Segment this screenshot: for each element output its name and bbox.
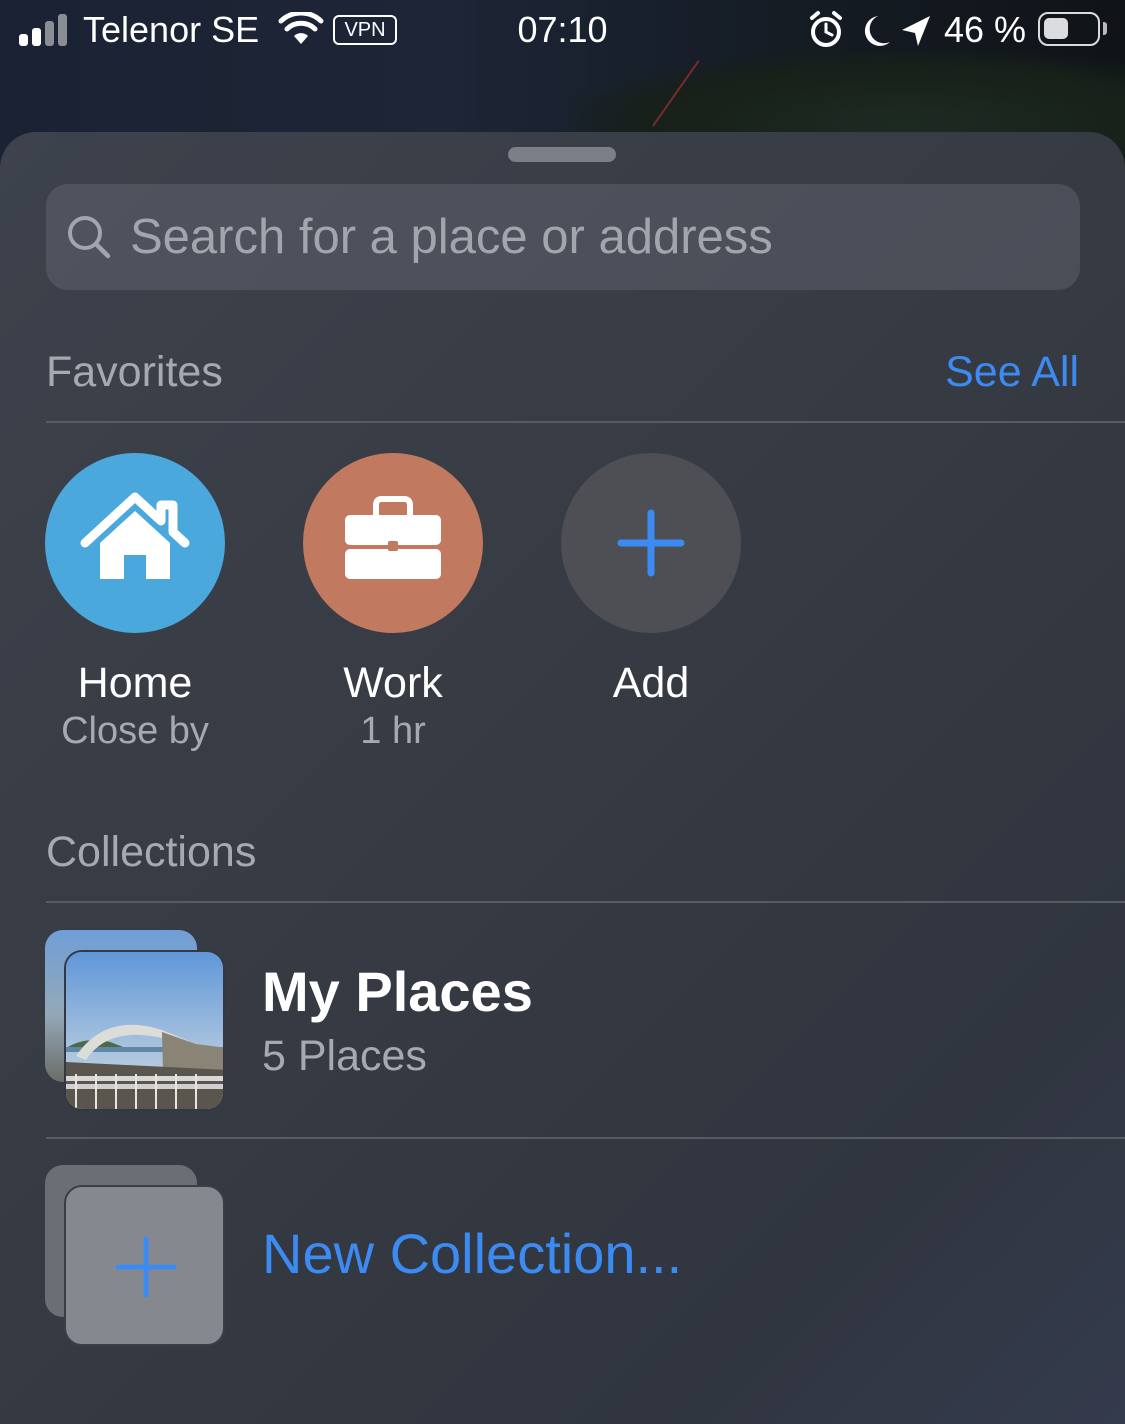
search-placeholder: Search for a place or address — [130, 210, 773, 264]
favorite-subtitle: 1 hr — [360, 710, 426, 752]
collections-title: Collections — [46, 828, 257, 876]
collection-row-divider — [46, 1137, 1125, 1139]
favorite-home[interactable]: Home Close by — [45, 453, 225, 752]
new-collection-button[interactable]: New Collection... — [0, 1157, 1125, 1357]
collection-title: My Places — [262, 960, 533, 1023]
collection-my-places[interactable]: My Places 5 Places — [0, 922, 1125, 1137]
favorite-work[interactable]: Work 1 hr — [303, 453, 483, 752]
sheet-grabber[interactable] — [508, 147, 616, 162]
search-input[interactable]: Search for a place or address — [46, 184, 1080, 290]
briefcase-icon — [345, 496, 441, 579]
favorites-title: Favorites — [46, 348, 223, 396]
home-circle[interactable] — [45, 453, 225, 633]
places-sheet: Search for a place or address Favorites … — [0, 132, 1125, 1424]
collections-divider — [46, 901, 1125, 903]
plus-icon — [617, 509, 685, 577]
favorites-divider — [46, 421, 1125, 423]
status-bar: Telenor SE VPN 07:10 46 % — [0, 0, 1125, 60]
collection-subtitle: 5 Places — [262, 1032, 427, 1080]
add-circle[interactable] — [561, 453, 741, 633]
favorite-label: Work — [343, 659, 443, 707]
search-icon — [68, 216, 111, 259]
favorite-add[interactable]: Add — [561, 453, 741, 707]
battery-cap — [1103, 22, 1107, 35]
favorite-subtitle: Close by — [61, 710, 209, 752]
status-icons — [810, 11, 930, 47]
favorite-label: Add — [612, 659, 690, 707]
work-circle[interactable] — [303, 453, 483, 633]
new-collection-label: New Collection... — [262, 1222, 683, 1285]
bridge-photo — [64, 950, 225, 1111]
plus-icon — [115, 1236, 177, 1298]
new-collection-tile — [64, 1185, 225, 1346]
moon-icon — [864, 16, 890, 46]
house-icon — [80, 492, 190, 579]
battery-percentage: 46 % — [944, 9, 1027, 50]
favorite-label: Home — [77, 659, 193, 707]
alarm-icon — [810, 11, 842, 47]
location-arrow-icon — [902, 16, 930, 46]
see-all-link[interactable]: See All — [945, 346, 1079, 398]
battery-icon — [1038, 12, 1100, 46]
